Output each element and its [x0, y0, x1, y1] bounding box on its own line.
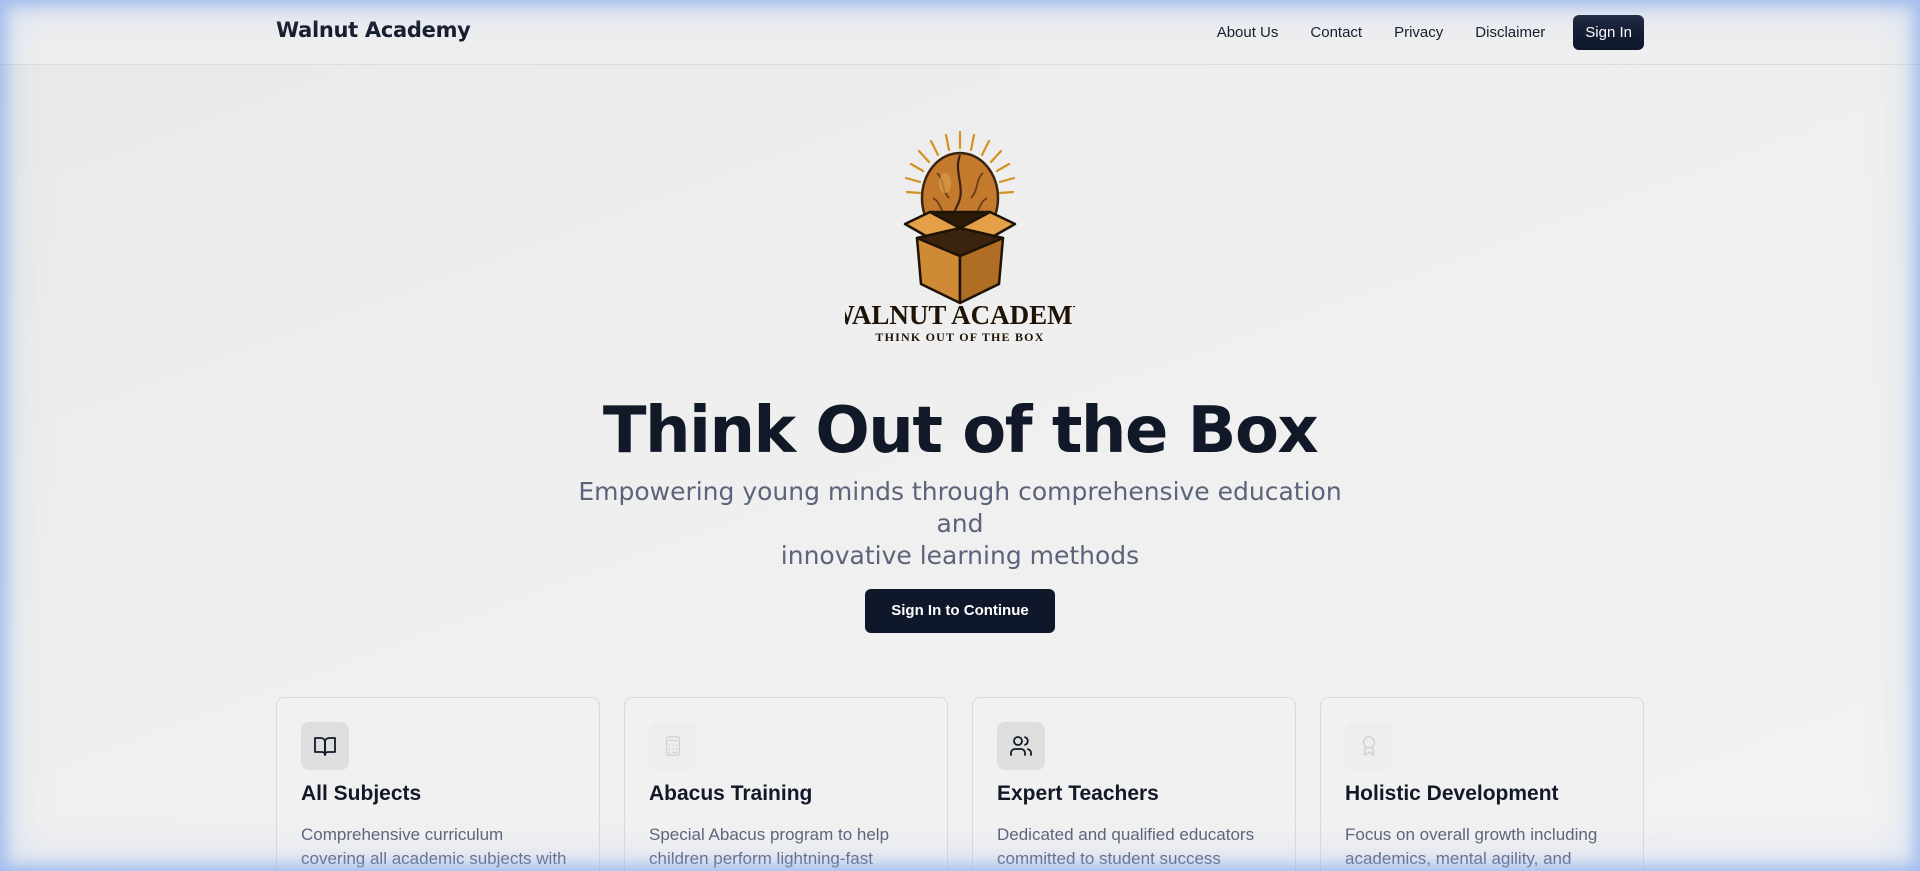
feature-description: Comprehensive curriculum covering all ac…	[301, 823, 581, 871]
sign-in-continue-button[interactable]: Sign In to Continue	[865, 589, 1055, 633]
feature-title: Abacus Training	[649, 782, 813, 805]
feature-description-line: Dedicated and qualified educators	[997, 825, 1255, 844]
nav-about-link[interactable]: About Us	[1217, 16, 1279, 50]
walnut-academy-logo: WALNUT ACADEMY THINK OUT OF THE BOX	[845, 130, 1075, 344]
hero-subtitle-line-1: Empowering young minds through comprehen…	[578, 477, 1342, 538]
feature-title: Expert Teachers	[997, 782, 1159, 805]
award-icon	[1345, 722, 1393, 770]
feature-card-expert-teachers: Expert Teachers Dedicated and qualified …	[972, 697, 1296, 871]
calculator-icon	[649, 722, 697, 770]
feature-card-abacus-training: Abacus Training Special Abacus program t…	[624, 697, 948, 871]
feature-title: Holistic Development	[1345, 782, 1559, 805]
feature-description: Focus on overall growth including academ…	[1345, 823, 1625, 871]
feature-description: Special Abacus program to help children …	[649, 823, 929, 871]
logo-tagline: THINK OUT OF THE BOX	[875, 330, 1044, 344]
nav-contact-link[interactable]: Contact	[1310, 16, 1362, 50]
feature-description-line: Focus on overall growth including	[1345, 825, 1598, 844]
feature-description-line: committed to student success	[997, 849, 1221, 868]
main-nav: About Us Contact Privacy Disclaimer Sign…	[1217, 15, 1644, 50]
hero-subtitle-line-2: innovative learning methods	[780, 541, 1140, 570]
feature-card-all-subjects: All Subjects Comprehensive curriculum co…	[276, 697, 600, 871]
feature-card-holistic-development: Holistic Development Focus on overall gr…	[1320, 697, 1644, 871]
feature-description-line: academics, mental agility, and	[1345, 849, 1572, 868]
users-icon	[997, 722, 1045, 770]
nav-privacy-link[interactable]: Privacy	[1394, 16, 1443, 50]
header-sign-in-button[interactable]: Sign In	[1573, 15, 1644, 50]
brand-name[interactable]: Walnut Academy	[276, 18, 471, 42]
nav-disclaimer-link[interactable]: Disclaimer	[1475, 16, 1545, 50]
feature-description-line: Special Abacus program to help	[649, 825, 890, 844]
feature-description: Dedicated and qualified educators commit…	[997, 823, 1277, 871]
feature-title: All Subjects	[301, 782, 422, 805]
top-navbar: Walnut Academy About Us Contact Privacy …	[0, 0, 1920, 65]
logo-wordmark: WALNUT ACADEMY	[845, 300, 1075, 330]
open-box-icon	[903, 210, 1017, 305]
hero-subtitle: Empowering young minds through comprehen…	[560, 476, 1360, 572]
feature-description-line: covering all academic subjects with	[301, 849, 567, 868]
book-open-icon	[301, 722, 349, 770]
feature-description-line: Comprehensive curriculum	[301, 825, 504, 844]
feature-description-line: children perform lightning-fast	[649, 849, 873, 868]
hero-title: Think Out of the Box	[602, 394, 1319, 468]
